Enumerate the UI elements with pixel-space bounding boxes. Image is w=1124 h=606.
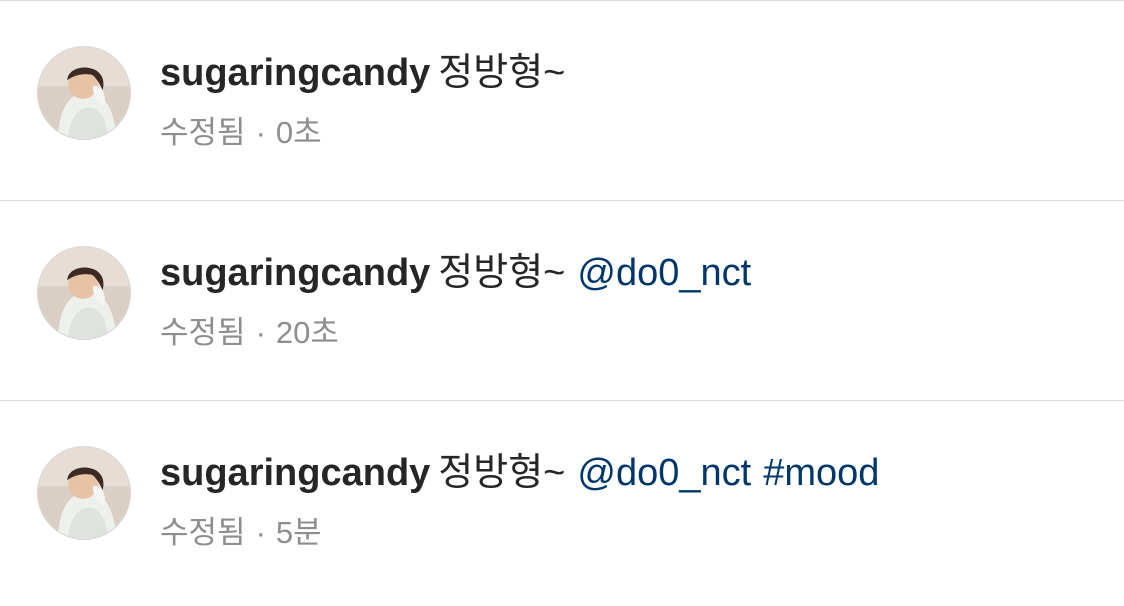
- comment-line: sugaringcandy 정방형~ @do0_nct #mood: [160, 449, 1104, 497]
- comment-text: 정방형~: [438, 452, 566, 494]
- comment-meta: 수정됨 · 0초: [160, 113, 1104, 153]
- avatar[interactable]: [37, 246, 131, 340]
- comment-meta: 수정됨 · 20초: [160, 313, 1104, 353]
- comment-line: sugaringcandy 정방형~: [160, 49, 1104, 97]
- mention-link[interactable]: @do0_nct: [577, 452, 751, 494]
- meta-separator: ·: [255, 515, 266, 550]
- comment-list: sugaringcandy 정방형~ 수정됨 · 0초 sugaringcandy 정방…: [0, 1, 1124, 604]
- profile-photo-icon: [38, 447, 130, 539]
- comment-line: sugaringcandy 정방형~ @do0_nct: [160, 249, 1104, 297]
- comment-text: 정방형~: [438, 252, 566, 294]
- comment-item: sugaringcandy 정방형~ @do0_nct 수정됨 · 20초: [0, 201, 1124, 401]
- meta-separator: ·: [255, 315, 266, 350]
- edited-label: 수정됨: [160, 115, 246, 150]
- comment-time[interactable]: 5분: [276, 515, 322, 550]
- avatar[interactable]: [37, 446, 131, 540]
- comment-item: sugaringcandy 정방형~ 수정됨 · 0초: [0, 1, 1124, 201]
- comment-time[interactable]: 20초: [276, 315, 339, 350]
- mention-link[interactable]: @do0_nct: [577, 252, 751, 294]
- meta-separator: ·: [255, 115, 266, 150]
- comment-meta: 수정됨 · 5분: [160, 513, 1104, 553]
- edited-label: 수정됨: [160, 515, 246, 550]
- comment-text: 정방형~: [438, 52, 566, 94]
- profile-photo-icon: [38, 247, 130, 339]
- comment-content: sugaringcandy 정방형~ @do0_nct 수정됨 · 20초: [160, 249, 1104, 353]
- comment-content: sugaringcandy 정방형~ 수정됨 · 0초: [160, 49, 1104, 153]
- comment-item: sugaringcandy 정방형~ @do0_nct #mood 수정됨 · 5분: [0, 401, 1124, 604]
- username-link[interactable]: sugaringcandy: [160, 452, 430, 494]
- profile-photo-icon: [38, 47, 130, 139]
- comment-time[interactable]: 0초: [276, 115, 322, 150]
- username-link[interactable]: sugaringcandy: [160, 52, 430, 94]
- hashtag-link[interactable]: #mood: [763, 452, 879, 494]
- comment-content: sugaringcandy 정방형~ @do0_nct #mood 수정됨 · 5분: [160, 449, 1104, 553]
- username-link[interactable]: sugaringcandy: [160, 252, 430, 294]
- avatar[interactable]: [37, 46, 131, 140]
- edited-label: 수정됨: [160, 315, 246, 350]
